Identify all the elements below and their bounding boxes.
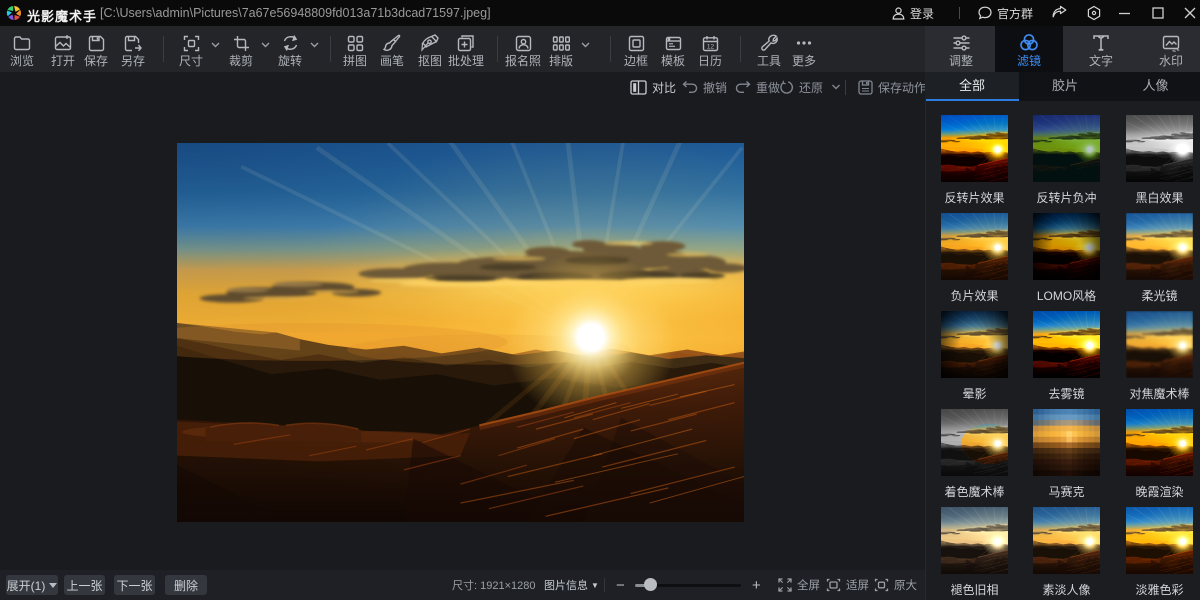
svg-text:12: 12 <box>706 44 714 51</box>
